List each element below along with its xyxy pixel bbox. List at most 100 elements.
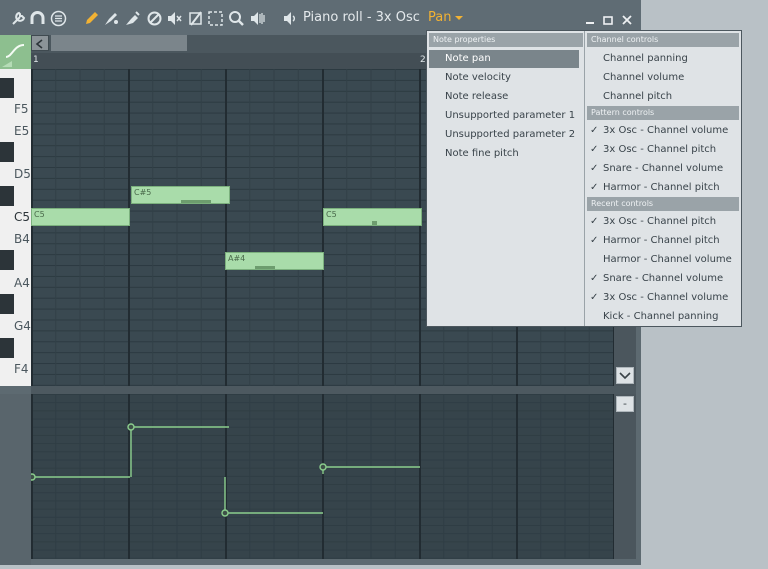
note-label: C5: [326, 210, 337, 219]
ruler-mark: 2: [420, 55, 426, 65]
menu-item-label: Unsupported parameter 2: [445, 129, 576, 140]
menu-item-recent[interactable]: ✓ Harmor - Channel pitch: [587, 232, 739, 250]
menu-icon[interactable]: [50, 10, 67, 27]
menu-item-note-release[interactable]: Note release: [429, 88, 579, 106]
check-icon: ✓: [590, 235, 599, 246]
editor-splitter[interactable]: [31, 386, 636, 398]
event-editor-margin: [0, 394, 31, 565]
menu-item-pattern[interactable]: ✓ 3x Osc - Channel volume: [587, 122, 739, 140]
menu-item-pattern[interactable]: ✓ 3x Osc - Channel pitch: [587, 141, 739, 159]
scroll-down-button[interactable]: [616, 367, 634, 384]
menu-item-label: Kick - Channel panning: [603, 311, 719, 322]
menu-item-label: Note release: [445, 91, 509, 102]
menu-item-unsupported-1[interactable]: Unsupported parameter 1: [429, 107, 579, 125]
black-key[interactable]: [0, 186, 14, 206]
stamp-icon[interactable]: [124, 10, 141, 27]
minus-label: -: [623, 397, 627, 410]
event-scrollbar[interactable]: [614, 394, 636, 559]
speaker-icon[interactable]: [281, 10, 298, 27]
menu-item-label: Note velocity: [445, 72, 511, 83]
menu-item-note-fine-pitch[interactable]: Note fine pitch: [429, 145, 579, 163]
menu-item-note-pan[interactable]: Note pan: [429, 50, 579, 68]
menu-item-label: Snare - Channel volume: [603, 163, 724, 174]
menu-item-recent[interactable]: ✓ 3x Osc - Channel pitch: [587, 213, 739, 231]
check-icon: ✓: [590, 292, 599, 303]
event-editor[interactable]: [31, 394, 614, 559]
menu-item-channel[interactable]: Channel panning: [587, 50, 739, 68]
key-label: E5: [14, 124, 30, 138]
menu-item-label: Unsupported parameter 1: [445, 110, 576, 121]
menu-item-unsupported-2[interactable]: Unsupported parameter 2: [429, 126, 579, 144]
menu-item-label: 3x Osc - Channel pitch: [603, 144, 717, 155]
zoom-icon[interactable]: [228, 10, 245, 27]
mute-icon[interactable]: [166, 10, 183, 27]
key-label: G4: [14, 319, 31, 333]
note[interactable]: C5: [31, 208, 130, 226]
chevron-down-icon[interactable]: [455, 16, 463, 20]
black-key[interactable]: [0, 338, 14, 358]
key-label: D5: [14, 167, 31, 181]
menu-item-recent[interactable]: ✓ 3x Osc - Channel volume: [587, 289, 739, 307]
black-key[interactable]: [0, 294, 14, 314]
key-label: F5: [14, 102, 29, 116]
menu-item-label: Channel volume: [603, 72, 685, 83]
param-selector[interactable]: Pan: [428, 10, 451, 25]
menu-item-pattern[interactable]: ✓ Harmor - Channel pitch: [587, 179, 739, 197]
note-label: C5: [34, 210, 45, 219]
wrench-icon[interactable]: [10, 10, 27, 27]
section-header: Channel controls: [587, 33, 739, 47]
note[interactable]: C#5: [131, 186, 230, 204]
minimize-icon[interactable]: [584, 11, 596, 24]
close-icon[interactable]: [621, 11, 633, 25]
menu-item-label: Harmor - Channel volume: [603, 254, 732, 265]
menu-item-note-velocity[interactable]: Note velocity: [429, 69, 579, 87]
magnet-icon[interactable]: [29, 10, 46, 27]
channel-corner-button[interactable]: [0, 35, 31, 69]
key-label: B4: [14, 232, 30, 246]
piano-keyboard[interactable]: F5 E5 D5 C5 B4 A4 G4 F4: [0, 69, 31, 386]
menu-item-label: Note fine pitch: [445, 148, 519, 159]
menu-item-label: 3x Osc - Channel volume: [603, 125, 729, 136]
check-icon: ✓: [590, 182, 599, 193]
black-key[interactable]: [0, 142, 14, 162]
note[interactable]: A#4: [225, 252, 324, 270]
playback-icon[interactable]: [249, 10, 266, 27]
section-header: Note properties: [429, 33, 583, 47]
menu-item-label: Snare - Channel volume: [603, 273, 724, 284]
menu-item-recent[interactable]: Harmor - Channel volume: [587, 251, 739, 269]
menu-item-channel[interactable]: Channel pitch: [587, 88, 739, 106]
zoom-out-button[interactable]: -: [616, 396, 634, 412]
ruler-mark: 1: [33, 55, 39, 65]
menu-item-channel[interactable]: Channel volume: [587, 69, 739, 87]
maximize-icon[interactable]: [602, 11, 614, 25]
menu-item-label: Note pan: [445, 53, 491, 64]
check-icon: ✓: [590, 144, 599, 155]
section-header: Pattern controls: [587, 106, 739, 120]
note[interactable]: C5: [323, 208, 422, 226]
menu-divider: [584, 31, 585, 326]
black-key[interactable]: [0, 250, 14, 270]
horizontal-scrollbar-thumb[interactable]: [51, 35, 187, 51]
paint-icon[interactable]: [103, 10, 120, 27]
note-label: C#5: [134, 188, 152, 197]
check-icon: ✓: [590, 273, 599, 284]
delete-icon[interactable]: [146, 10, 163, 27]
menu-item-label: Harmor - Channel pitch: [603, 235, 720, 246]
window-title: Piano roll - 3x Osc: [303, 10, 420, 25]
check-icon: ✓: [590, 216, 599, 227]
key-label: C5: [14, 210, 31, 224]
note-label: A#4: [228, 254, 246, 263]
select-icon[interactable]: [207, 10, 224, 27]
controls-column: Channel controls Channel panning Channel…: [587, 33, 739, 324]
menu-item-label: 3x Osc - Channel pitch: [603, 216, 717, 227]
slice-icon[interactable]: [187, 10, 204, 27]
menu-item-label: Channel pitch: [603, 91, 673, 102]
menu-item-recent[interactable]: ✓ Snare - Channel volume: [587, 270, 739, 288]
note-level-bar: [181, 200, 211, 203]
pencil-icon[interactable]: [83, 10, 100, 27]
pan-levels[interactable]: [31, 394, 614, 559]
menu-item-recent[interactable]: Kick - Channel panning: [587, 308, 739, 326]
black-key[interactable]: [0, 78, 14, 98]
menu-item-pattern[interactable]: ✓ Snare - Channel volume: [587, 160, 739, 178]
scroll-left-button[interactable]: [31, 35, 49, 51]
